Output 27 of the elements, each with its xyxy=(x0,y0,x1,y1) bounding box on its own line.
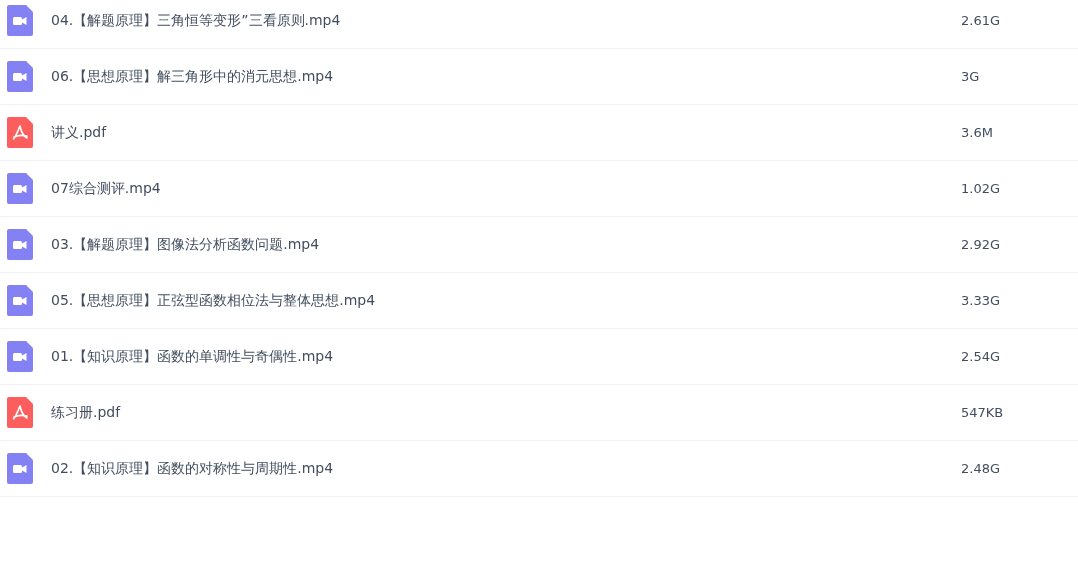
file-size: 2.61G xyxy=(961,13,1002,28)
file-name[interactable]: 05.【思想原理】正弦型函数相位法与整体思想.mp4 xyxy=(51,291,961,310)
file-size: 1.02G xyxy=(961,181,1002,196)
video-file-icon xyxy=(7,229,33,260)
file-name[interactable]: 练习册.pdf xyxy=(51,403,961,422)
video-file-icon xyxy=(7,341,33,372)
video-file-icon xyxy=(7,5,33,36)
video-file-icon xyxy=(7,61,33,92)
file-name[interactable]: 讲义.pdf xyxy=(51,123,961,142)
file-name[interactable]: 06.【思想原理】解三角形中的消元思想.mp4 xyxy=(51,67,961,86)
file-name[interactable]: 04.【解题原理】三角恒等变形”三看原则.mp4 xyxy=(51,11,961,30)
file-name[interactable]: 03.【解题原理】图像法分析函数问题.mp4 xyxy=(51,235,961,254)
file-size: 2.48G xyxy=(961,461,1002,476)
file-size: 547KB xyxy=(961,405,1005,420)
file-name[interactable]: 02.【知识原理】函数的对称性与周期性.mp4 xyxy=(51,459,961,478)
pdf-file-icon xyxy=(7,397,33,428)
file-size: 3.33G xyxy=(961,293,1002,308)
file-size: 3.6M xyxy=(961,125,994,140)
file-size: 3G xyxy=(961,69,981,84)
file-size: 2.92G xyxy=(961,237,1002,252)
file-name[interactable]: 07综合测评.mp4 xyxy=(51,179,961,198)
file-name[interactable]: 01.【知识原理】函数的单调性与奇偶性.mp4 xyxy=(51,347,961,366)
video-file-icon xyxy=(7,285,33,316)
pdf-file-icon xyxy=(7,117,33,148)
file-size: 2.54G xyxy=(961,349,1002,364)
video-file-icon xyxy=(7,453,33,484)
video-file-icon xyxy=(7,173,33,204)
